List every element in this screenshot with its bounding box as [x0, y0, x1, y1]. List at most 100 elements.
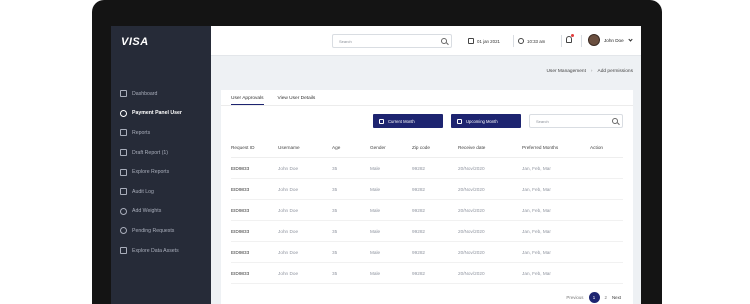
- user-name: John Doe: [604, 37, 624, 43]
- sidebar-item-dashboard[interactable]: Dashboard: [111, 84, 211, 104]
- cell-receive-date: 20/Nov/2020: [458, 249, 485, 255]
- cell-zip-code: 99282: [412, 186, 426, 192]
- next-page-link[interactable]: Next: [612, 295, 621, 300]
- cell-age: 35: [332, 165, 338, 171]
- cell-request-id: EID9833: [231, 249, 250, 255]
- cell-username: John Doe: [278, 270, 299, 276]
- cell-username: John Doe: [278, 207, 299, 213]
- header-receive-date: Receive date: [458, 145, 486, 150]
- cell-action: [590, 187, 623, 192]
- cell-preferred-months: Jan, Feb, Mar: [522, 186, 551, 192]
- sidebar-item-label: Explore Data Assets: [132, 247, 179, 254]
- tab-divider: [221, 105, 633, 106]
- global-search-input[interactable]: Search: [332, 34, 452, 48]
- sidebar-item-payment-panel-user[interactable]: Payment Panel User: [111, 104, 211, 124]
- tab-view-user-details[interactable]: View User Details: [278, 96, 316, 105]
- cell-receive-date: 20/Nov/2020: [458, 228, 485, 234]
- pagination: Previous 1 2 Next: [566, 292, 621, 303]
- cell-request-id: EID9833: [231, 165, 250, 171]
- sidebar: VISA Dashboard Payment Panel User Report…: [111, 26, 211, 304]
- sidebar-item-explore-data-assets[interactable]: Explore Data Assets: [111, 241, 211, 261]
- content-card: User Approvals View User Details Current…: [221, 90, 633, 304]
- cell-action: [590, 208, 623, 213]
- search-icon[interactable]: [441, 38, 447, 44]
- breadcrumb: User Management › Add permissions: [546, 69, 633, 74]
- current-month-button[interactable]: Current Month: [373, 114, 443, 128]
- date-display[interactable]: 01 jan 2021: [468, 34, 510, 48]
- cell-action: [590, 229, 623, 234]
- cell-username: John Doe: [278, 249, 299, 255]
- cell-action: [590, 250, 623, 255]
- sidebar-item-audit-log[interactable]: Audit Log: [111, 182, 211, 202]
- draft-document-icon: [120, 149, 127, 157]
- report-search-icon: [120, 168, 127, 176]
- cell-receive-date: 20/Nov/2020: [458, 165, 485, 171]
- sidebar-item-draft-report[interactable]: Draft Report (1): [111, 143, 211, 163]
- sidebar-item-pending-requests[interactable]: Pending Requests: [111, 221, 211, 241]
- divider: [513, 35, 514, 47]
- upcoming-month-label: Upcoming Month: [466, 118, 498, 124]
- header-request-id: Request ID: [231, 145, 255, 150]
- cell-age: 35: [332, 270, 338, 276]
- upcoming-month-button[interactable]: Upcoming Month: [451, 114, 521, 128]
- cell-preferred-months: Jan, Feb, Mar: [522, 207, 551, 213]
- previous-page-link[interactable]: Previous: [566, 295, 583, 300]
- sidebar-item-label: Dashboard: [132, 90, 158, 97]
- search-placeholder: Search: [536, 118, 549, 124]
- search-icon[interactable]: [612, 118, 618, 124]
- cell-request-id: EID9833: [231, 228, 250, 234]
- search-placeholder: Search: [339, 38, 352, 44]
- cell-age: 35: [332, 228, 338, 234]
- avatar: [588, 34, 600, 46]
- cell-gender: Male: [370, 165, 381, 171]
- header-gender: Gender: [370, 145, 386, 150]
- page-2-button[interactable]: 2: [605, 295, 607, 300]
- table-search-input[interactable]: Search: [529, 114, 623, 128]
- approvals-table: Request ID Username Age Gender Zip code …: [231, 138, 623, 284]
- clock-icon: [518, 38, 524, 44]
- calendar-icon: [379, 118, 384, 124]
- sidebar-item-label: Explore Reports: [132, 169, 170, 176]
- cell-receive-date: 20/Nov/2020: [458, 186, 485, 192]
- notification-dot: [571, 34, 574, 37]
- cell-zip-code: 99282: [412, 228, 426, 234]
- sidebar-item-add-weights[interactable]: Add Weights: [111, 202, 211, 222]
- cell-receive-date: 20/Nov/2020: [458, 270, 485, 276]
- cell-gender: Male: [370, 270, 381, 276]
- cell-request-id: EID9833: [231, 270, 250, 276]
- dashboard-icon: [120, 90, 127, 98]
- cell-username: John Doe: [278, 186, 299, 192]
- header-age: Age: [332, 145, 341, 150]
- cell-zip-code: 99282: [412, 249, 426, 255]
- header-zip-code: Zip code: [412, 145, 430, 150]
- top-bar: Search 01 jan 2021 10:33 am John Doe: [211, 26, 641, 56]
- bell-icon[interactable]: [566, 36, 572, 43]
- sidebar-item-label: Draft Report (1): [132, 149, 169, 156]
- cell-preferred-months: Jan, Feb, Mar: [522, 228, 551, 234]
- time-display: 10:33 am: [518, 34, 558, 48]
- cell-age: 35: [332, 207, 338, 213]
- cell-preferred-months: Jan, Feb, Mar: [522, 165, 551, 171]
- log-document-icon: [120, 188, 127, 196]
- sidebar-item-explore-reports[interactable]: Explore Reports: [111, 162, 211, 182]
- breadcrumb-current: Add permissions: [597, 69, 633, 74]
- header-username: Username: [278, 145, 300, 150]
- page-1-button[interactable]: 1: [588, 292, 600, 303]
- tab-user-approvals[interactable]: User Approvals: [231, 96, 264, 105]
- table-row: EID9833 John Doe 35 Male 99282 20/Nov/2020 Jan…: [231, 242, 623, 263]
- sidebar-item-label: Reports: [132, 129, 151, 136]
- pending-clock-icon: [120, 227, 127, 235]
- calendar-icon: [468, 38, 474, 44]
- tab-bar: User Approvals View User Details: [231, 96, 315, 105]
- date-text: 01 jan 2021: [477, 38, 500, 44]
- cell-preferred-months: Jan, Feb, Mar: [522, 270, 551, 276]
- document-icon: [120, 129, 127, 137]
- user-circle-icon: [120, 109, 127, 117]
- time-text: 10:33 am: [527, 38, 546, 44]
- weight-icon: [120, 207, 127, 215]
- cell-action: [590, 271, 623, 276]
- user-menu[interactable]: John Doe: [588, 34, 633, 46]
- breadcrumb-parent[interactable]: User Management: [546, 69, 585, 74]
- cell-username: John Doe: [278, 228, 299, 234]
- sidebar-item-reports[interactable]: Reports: [111, 123, 211, 143]
